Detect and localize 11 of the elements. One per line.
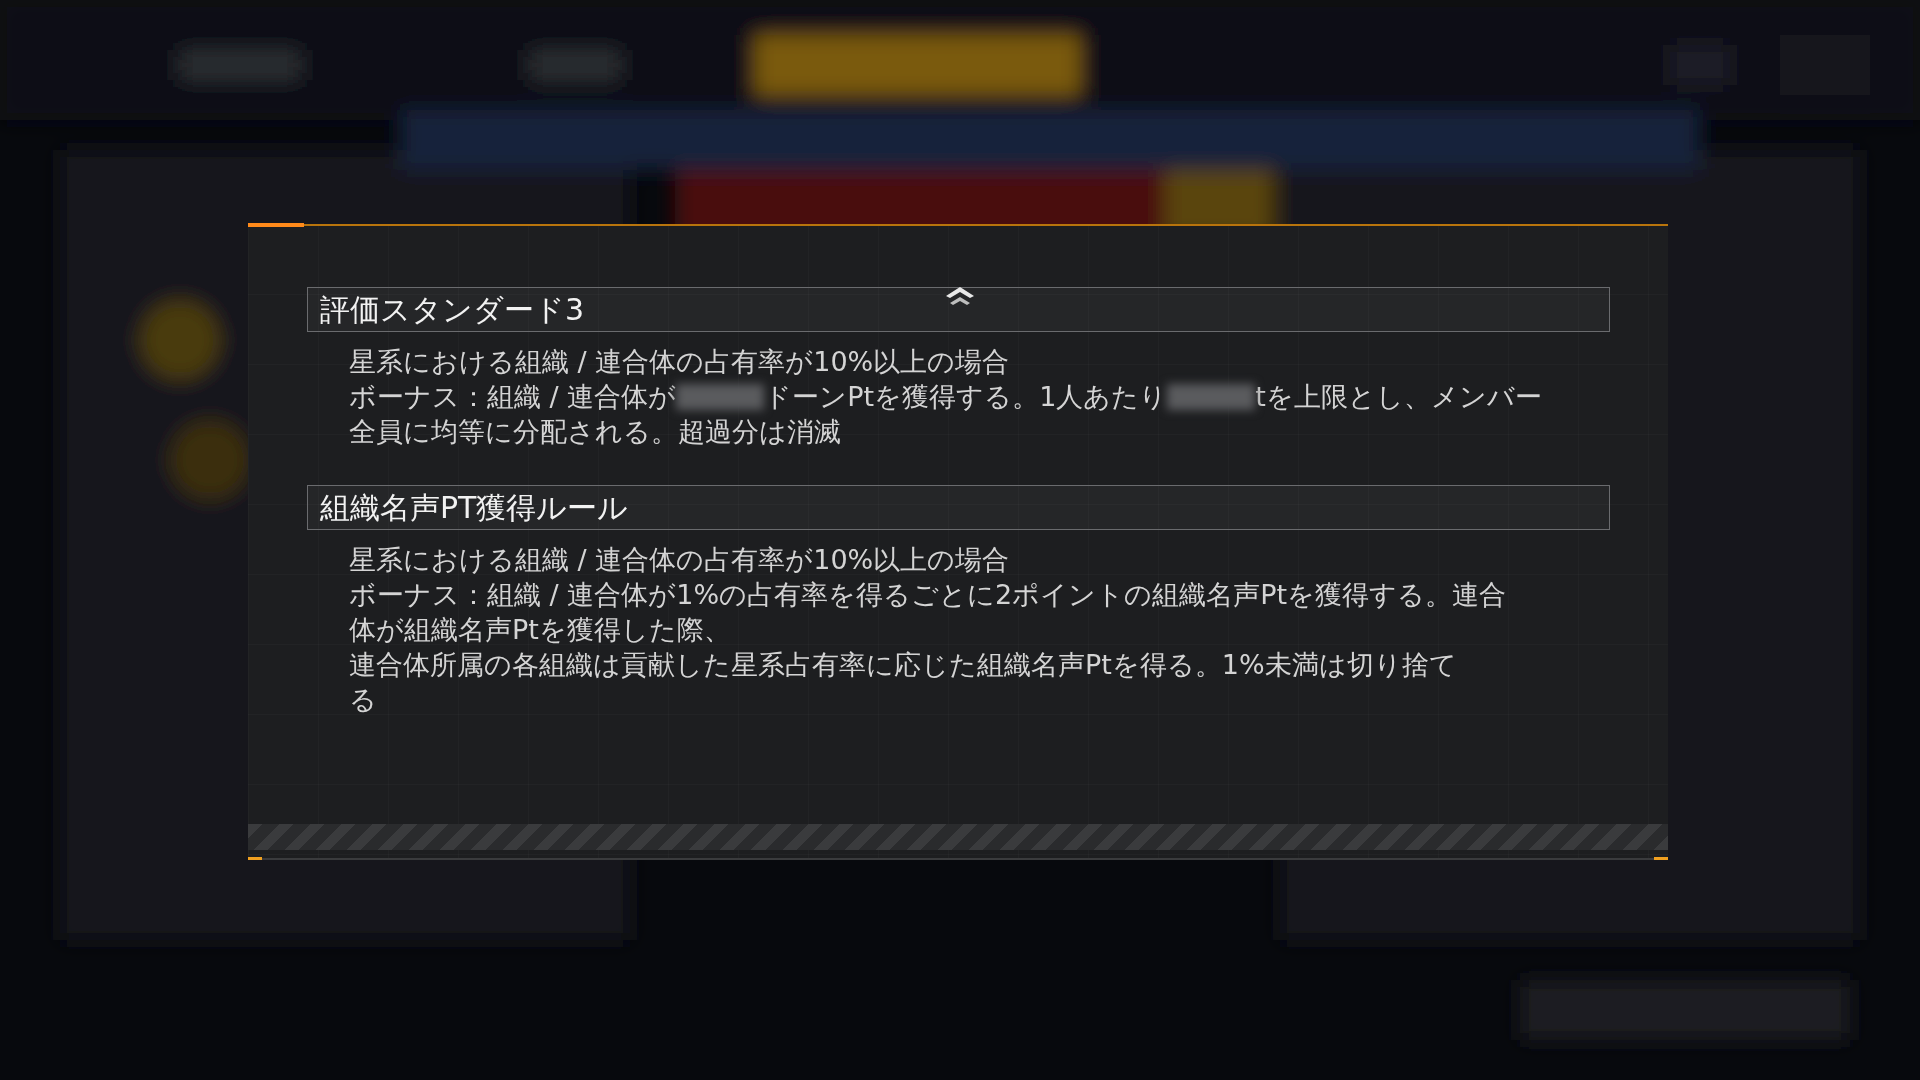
rule-text: ボーナス：組織 / 連合体が1%の占有率を得るごとに2ポイントの組織名声Ptを獲得する。連合 [349,578,1507,612]
rule-text: 連合体所属の各組織は貢献した星系占有率に応じた組織名声Ptを得る。1%未満は切り捨て [349,648,1457,682]
section-header: 組織名声PT獲得ルール [307,485,1610,530]
rule-text: る [349,683,377,717]
section-header: 評価スタンダード3 [307,287,1610,332]
rule-text: 全員に均等に分配される。超過分は消滅 [349,415,841,449]
rule-text: 星系における組織 / 連合体の占有率が10%以上の場合 [349,543,1010,577]
rule-text: 星系における組織 / 連合体の占有率が10%以上の場合 [349,345,1010,379]
chevron-up-icon[interactable] [944,284,976,306]
rule-text: 体が組織名声Ptを獲得した際、 [349,613,731,647]
rule-text: ボーナス：組織 / 連合体が ドーンPtを獲得する。1人あたり tを上限とし、メンバー [349,380,1542,414]
